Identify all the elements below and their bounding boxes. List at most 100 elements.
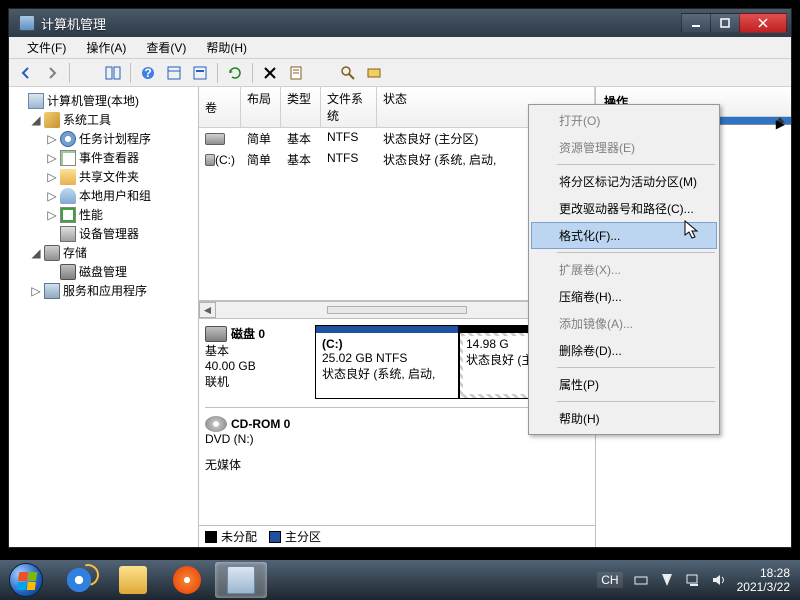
toolbar-button-5[interactable] (163, 62, 185, 84)
navigation-tree[interactable]: 计算机管理(本地) ◢系统工具 ▷任务计划程序 ▷事件查看器 ▷共享文件夹 ▷本… (9, 87, 199, 547)
storage-icon (44, 245, 60, 261)
ctx-shrink[interactable]: 压缩卷(H)... (531, 283, 717, 310)
taskbar[interactable]: CH 18:28 2021/3/22 (0, 560, 800, 600)
system-tray[interactable]: CH 18:28 2021/3/22 (587, 560, 800, 600)
tree-shared-folders[interactable]: ▷共享文件夹 (45, 167, 198, 186)
volume-icon (205, 133, 225, 145)
forward-button[interactable] (41, 62, 63, 84)
disk-state: 无媒体 (205, 456, 309, 473)
compmgmt-icon (227, 566, 255, 594)
tree-label: 磁盘管理 (79, 263, 127, 280)
cell: (C:) (215, 153, 235, 167)
ctx-open[interactable]: 打开(O) (531, 107, 717, 134)
menu-view[interactable]: 查看(V) (136, 37, 196, 58)
delete-icon[interactable] (259, 62, 281, 84)
titlebar[interactable]: 计算机管理 (9, 9, 791, 37)
ctx-mark-active[interactable]: 将分区标记为活动分区(M) (531, 168, 717, 195)
services-icon (44, 283, 60, 299)
toolbar-button-last[interactable] (363, 62, 385, 84)
open-icon[interactable] (311, 62, 333, 84)
tree-disk-management[interactable]: 磁盘管理 (45, 262, 198, 281)
menu-action[interactable]: 操作(A) (76, 37, 136, 58)
ctx-help[interactable]: 帮助(H) (531, 405, 717, 432)
toolbar: ? (9, 59, 791, 87)
find-icon[interactable] (337, 62, 359, 84)
tree-storage[interactable]: ◢存储 (29, 243, 198, 262)
wmp-icon (173, 566, 201, 594)
more-actions-arrow-icon[interactable]: ▶ (776, 117, 785, 131)
cell: NTFS (321, 150, 377, 169)
tree-label: 存储 (63, 244, 87, 261)
tree-event-viewer[interactable]: ▷事件查看器 (45, 148, 198, 167)
tree-root-label: 计算机管理(本地) (47, 92, 139, 109)
partition-c[interactable]: (C:) 25.02 GB NTFS 状态良好 (系统, 启动, (315, 325, 459, 399)
tree-local-users[interactable]: ▷本地用户和组 (45, 186, 198, 205)
tree-performance[interactable]: ▷性能 (45, 205, 198, 224)
scroll-left-icon[interactable]: ◄ (199, 302, 216, 318)
tree-device-manager[interactable]: 设备管理器 (45, 224, 198, 243)
ctx-format[interactable]: 格式化(F)... (531, 222, 717, 249)
disk-icon (205, 326, 227, 342)
cell: 基本 (281, 150, 321, 169)
legend-unallocated-swatch (205, 531, 217, 543)
taskbar-explorer[interactable] (107, 562, 159, 598)
taskbar-compmgmt[interactable] (215, 562, 267, 598)
taskbar-mediaplayer[interactable] (161, 562, 213, 598)
clock-date: 2021/3/22 (737, 580, 790, 594)
language-indicator[interactable]: CH (597, 572, 622, 588)
disk-icon (60, 264, 76, 280)
tree-label: 设备管理器 (79, 225, 139, 242)
cdrom-0-label[interactable]: CD-ROM 0 DVD (N:) 无媒体 (205, 416, 309, 473)
ctx-extend[interactable]: 扩展卷(X)... (531, 256, 717, 283)
disk-name: CD-ROM 0 (231, 417, 290, 431)
disk-0-label[interactable]: 磁盘 0 基本 40.00 GB 联机 (205, 325, 309, 399)
ctx-explorer[interactable]: 资源管理器(E) (531, 134, 717, 161)
up-icon[interactable] (76, 62, 98, 84)
refresh-button[interactable] (224, 62, 246, 84)
ctx-properties[interactable]: 属性(P) (531, 371, 717, 398)
tree-services-apps[interactable]: ▷服务和应用程序 (29, 281, 198, 300)
back-button[interactable] (15, 62, 37, 84)
taskbar-ie[interactable] (53, 562, 105, 598)
ctx-mirror[interactable]: 添加镜像(A)... (531, 310, 717, 337)
legend-unallocated-label: 未分配 (221, 528, 257, 545)
performance-icon (60, 207, 76, 223)
volume-icon (205, 154, 215, 166)
start-button[interactable] (6, 560, 46, 600)
splitter-grip[interactable] (327, 306, 467, 314)
wrench-icon (44, 112, 60, 128)
tree-label: 服务和应用程序 (63, 282, 147, 299)
network-icon[interactable] (685, 572, 701, 588)
properties-icon[interactable] (285, 62, 307, 84)
minimize-button[interactable] (681, 13, 711, 33)
disk-info: DVD (N:) (205, 432, 309, 446)
clock[interactable]: 18:28 2021/3/22 (737, 566, 790, 595)
action-center-icon[interactable] (659, 572, 675, 588)
tree-system-tools[interactable]: ◢系统工具 (29, 110, 198, 129)
ie-icon (65, 566, 93, 594)
ctx-delete[interactable]: 删除卷(D)... (531, 337, 717, 364)
menu-file[interactable]: 文件(F) (17, 37, 76, 58)
tree-label: 任务计划程序 (79, 130, 151, 147)
show-hide-tree-button[interactable] (102, 62, 124, 84)
toolbar-button-6[interactable] (189, 62, 211, 84)
tree-label: 系统工具 (63, 111, 111, 128)
ctx-change-letter[interactable]: 更改驱动器号和路径(C)... (531, 195, 717, 222)
maximize-button[interactable] (710, 13, 740, 33)
volume-icon[interactable] (711, 572, 727, 588)
help-toolbar-button[interactable]: ? (137, 62, 159, 84)
col-layout[interactable]: 布局 (241, 87, 281, 127)
col-volume[interactable]: 卷 (199, 87, 241, 127)
close-button[interactable] (739, 13, 787, 33)
col-type[interactable]: 类型 (281, 87, 321, 127)
tray-icon[interactable] (633, 572, 649, 588)
explorer-icon (119, 566, 147, 594)
tree-task-scheduler[interactable]: ▷任务计划程序 (45, 129, 198, 148)
menu-help[interactable]: 帮助(H) (196, 37, 257, 58)
log-icon (60, 150, 76, 166)
menubar: 文件(F) 操作(A) 查看(V) 帮助(H) (9, 37, 791, 59)
tree-root[interactable]: 计算机管理(本地) (13, 91, 198, 110)
partition-title: (C:) (322, 337, 452, 351)
app-icon (19, 15, 35, 31)
col-filesystem[interactable]: 文件系统 (321, 87, 377, 127)
